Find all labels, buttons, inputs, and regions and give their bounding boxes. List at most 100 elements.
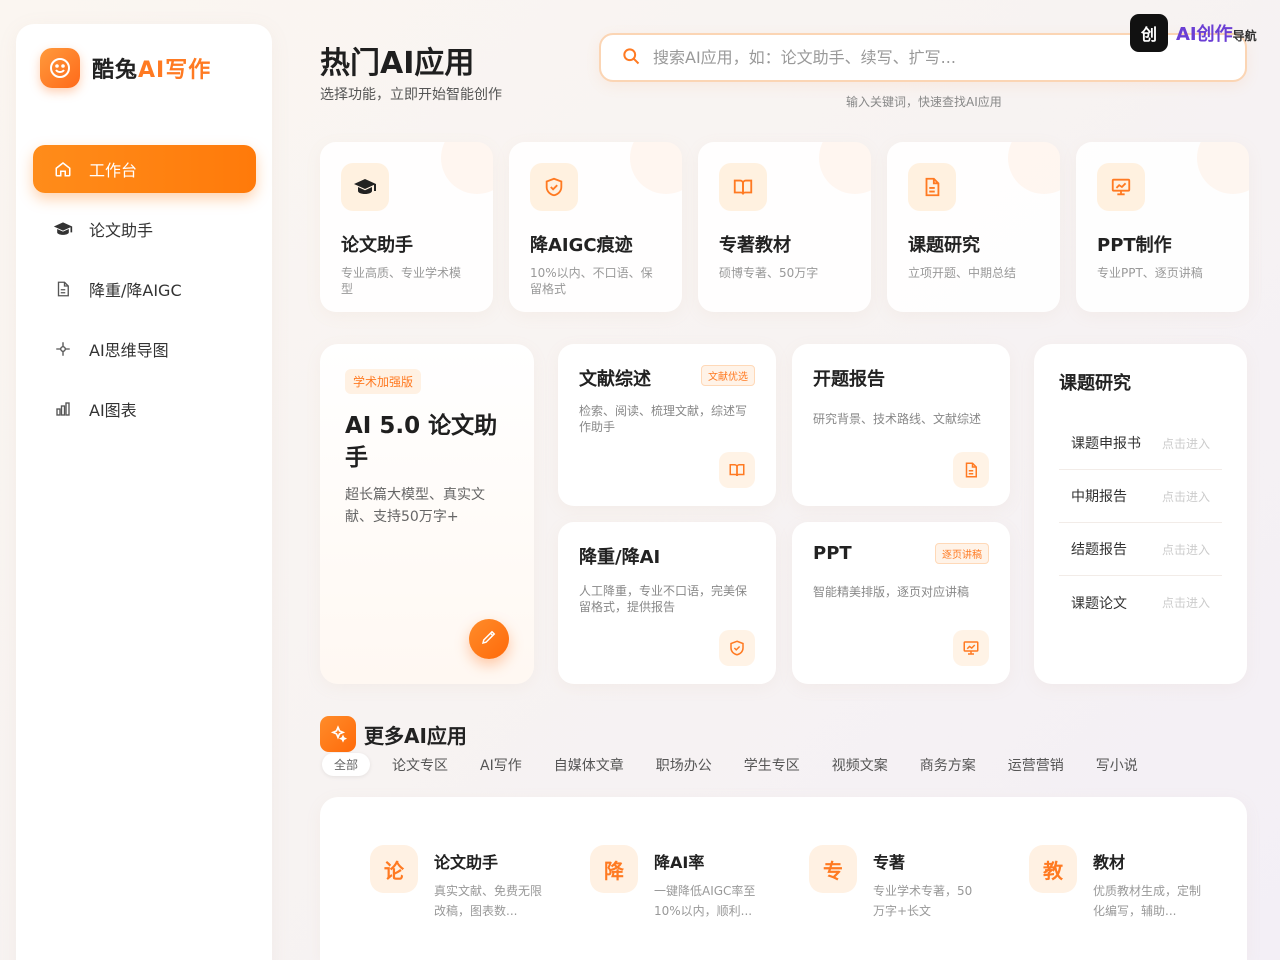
promo-tag: 学术加强版: [345, 369, 422, 394]
sidebar-item-paper-assistant[interactable]: 论文助手: [33, 205, 256, 253]
hot-app-title: PPT制作: [1097, 235, 1172, 256]
app-desc: 真实文献、免费无限改稿，图表数...: [434, 884, 543, 918]
search-input[interactable]: [653, 48, 1213, 67]
document-icon: [908, 163, 956, 211]
hot-app-desc: 立项开题、中期总结: [908, 266, 1017, 280]
hot-app-card[interactable]: 课题研究 立项开题、中期总结: [887, 142, 1060, 312]
feature-desc: 智能精美排版，逐页对应讲稿: [813, 585, 970, 599]
hot-app-title: 课题研究: [908, 235, 980, 256]
tab-self-media[interactable]: 自媒体文章: [554, 755, 624, 775]
hot-app-card[interactable]: 降AIGC痕迹 10%以内、不口语、保留格式: [509, 142, 682, 312]
feature-title: 降重/降AI: [579, 547, 661, 568]
app-glyph-icon: 专: [809, 845, 857, 893]
tab-video[interactable]: 视频文案: [832, 755, 888, 775]
list-item[interactable]: 中期报告 点击进入: [1059, 470, 1222, 523]
more-apps-panel: 论 论文助手 真实文献、免费无限改稿，图表数... 降 降AI率 一键降低AIG…: [320, 797, 1247, 960]
brand-name-accent: AI写作: [138, 58, 212, 83]
app-item[interactable]: 专 专著 专业学术专著，50万字+长文: [809, 845, 989, 921]
corner-logo[interactable]: 创 AI创作导航: [1130, 14, 1257, 52]
feature-desc: 检索、阅读、梳理文献，综述写作助手: [579, 404, 748, 434]
list-item[interactable]: 课题申报书 点击进入: [1059, 417, 1222, 470]
book-icon: [719, 163, 767, 211]
tab-paper[interactable]: 论文专区: [392, 755, 448, 775]
search-icon: [621, 46, 641, 70]
promo-title: AI 5.0 论文助手: [345, 413, 498, 471]
book-icon: [719, 452, 755, 488]
hot-app-title: 降AIGC痕迹: [530, 235, 633, 256]
list-item-label: 中期报告: [1071, 489, 1127, 505]
list-item-action[interactable]: 点击进入: [1162, 541, 1210, 558]
presentation-icon: [1097, 163, 1145, 211]
app-item[interactable]: 降 降AI率 一键降低AIGC率至10%以内，顺利...: [590, 845, 770, 921]
tab-all[interactable]: 全部: [322, 753, 371, 776]
mindmap-icon: [53, 339, 73, 359]
sidebar-item-label: 工作台: [89, 161, 138, 180]
list-item-action[interactable]: 点击进入: [1162, 435, 1210, 452]
page-title: 热门AI应用: [320, 46, 475, 81]
page-subtitle: 选择功能，立即开始智能创作: [320, 87, 502, 103]
sidebar-item-workbench[interactable]: 工作台: [33, 145, 256, 193]
hot-app-card[interactable]: PPT制作 专业PPT、逐页讲稿: [1076, 142, 1249, 312]
feature-card[interactable]: 开题报告 研究背景、技术路线、文献综述: [792, 344, 1010, 506]
promo-desc: 超长篇大模型、真实文献、支持50万字+: [345, 487, 485, 525]
list-item-label: 课题论文: [1071, 595, 1127, 612]
list-item[interactable]: 课题论文 点击进入: [1059, 576, 1222, 629]
edit-button[interactable]: [469, 619, 509, 659]
sidebar-item-label: AI思维导图: [89, 341, 169, 360]
hot-app-desc: 硕博专著、50万字: [719, 266, 819, 280]
app-title: 降AI率: [654, 853, 705, 872]
hot-apps-row: 论文助手 专业高质、专业学术模型 降AIGC痕迹 10%以内、不口语、保留格式 …: [320, 142, 1249, 312]
app-desc: 一键降低AIGC率至10%以内，顺利...: [654, 884, 756, 918]
list-item-action[interactable]: 点击进入: [1162, 594, 1210, 611]
app-title: 教材: [1093, 853, 1126, 872]
tab-ai-writing[interactable]: AI写作: [480, 755, 522, 775]
shield-icon: [719, 630, 755, 666]
app-title: 专著: [873, 853, 906, 872]
tab-novel[interactable]: 写小说: [1096, 755, 1138, 775]
sidebar-item-mindmap[interactable]: AI思维导图: [33, 325, 256, 373]
hot-app-desc: 专业高质、专业学术模型: [341, 266, 462, 296]
app-glyph-icon: 教: [1029, 845, 1077, 893]
sidebar-item-label: AI图表: [89, 401, 137, 420]
feature-card[interactable]: PPT 逐页讲稿 智能精美排版，逐页对应讲稿: [792, 522, 1010, 684]
tab-business[interactable]: 商务方案: [920, 755, 976, 775]
list-item-action[interactable]: 点击进入: [1162, 488, 1210, 505]
hot-app-card[interactable]: 专著教材 硕博专著、50万字: [698, 142, 871, 312]
document-icon: [953, 452, 989, 488]
sparkle-icon: [320, 716, 356, 752]
corner-logo-title: AI创作: [1176, 24, 1233, 45]
more-apps-title: 更多AI应用: [364, 723, 467, 748]
hot-app-title: 论文助手: [341, 235, 413, 256]
sidebar-item-label: 降重/降AIGC: [89, 281, 182, 300]
app-desc: 优质教材生成，定制化编写，辅助...: [1093, 884, 1202, 918]
tab-office[interactable]: 职场办公: [656, 755, 712, 775]
hot-app-title: 专著教材: [719, 235, 791, 256]
home-icon: [53, 159, 73, 179]
research-panel: 课题研究 课题申报书 点击进入 中期报告 点击进入 结题报告 点击进入 课题论文…: [1034, 344, 1247, 684]
presentation-icon: [953, 630, 989, 666]
tab-marketing[interactable]: 运营营销: [1008, 755, 1064, 775]
graduation-cap-icon: [53, 219, 73, 239]
hot-app-card[interactable]: 论文助手 专业高质、专业学术模型: [320, 142, 493, 312]
app-glyph-icon: 论: [370, 845, 418, 893]
tab-student[interactable]: 学生专区: [744, 755, 800, 775]
feature-card[interactable]: 文献综述 文献优选 检索、阅读、梳理文献，综述写作助手: [558, 344, 776, 506]
app-desc: 专业学术专著，50万字+长文: [873, 884, 973, 918]
shield-icon: [530, 163, 578, 211]
feature-badge: 文献优选: [701, 365, 755, 386]
sidebar-nav: 工作台 论文助手 降重/降AIGC AI思维导图 AI图表: [33, 145, 256, 445]
feature-title: 开题报告: [813, 369, 885, 390]
promo-card[interactable]: 学术加强版 AI 5.0 论文助手 超长篇大模型、真实文献、支持50万字+: [320, 344, 534, 684]
feature-card[interactable]: 降重/降AI 人工降重，专业不口语，完美保留格式，提供报告: [558, 522, 776, 684]
app-item[interactable]: 论 论文助手 真实文献、免费无限改稿，图表数...: [370, 845, 550, 921]
brand[interactable]: 酷兔AI写作: [40, 48, 211, 88]
list-item[interactable]: 结题报告 点击进入: [1059, 523, 1222, 576]
brand-name: 酷兔AI写作: [92, 52, 211, 84]
hot-app-desc: 10%以内、不口语、保留格式: [530, 266, 653, 296]
sidebar-item-rewrite[interactable]: 降重/降AIGC: [33, 265, 256, 313]
sidebar: 酷兔AI写作 工作台 论文助手 降重/降AIGC AI思维导图 AI图表: [16, 24, 272, 960]
sidebar-item-charts[interactable]: AI图表: [33, 385, 256, 433]
brand-name-main: 酷兔: [92, 58, 139, 83]
app-item[interactable]: 教 教材 优质教材生成，定制化编写，辅助...: [1029, 845, 1209, 921]
sidebar-item-label: 论文助手: [89, 221, 154, 240]
